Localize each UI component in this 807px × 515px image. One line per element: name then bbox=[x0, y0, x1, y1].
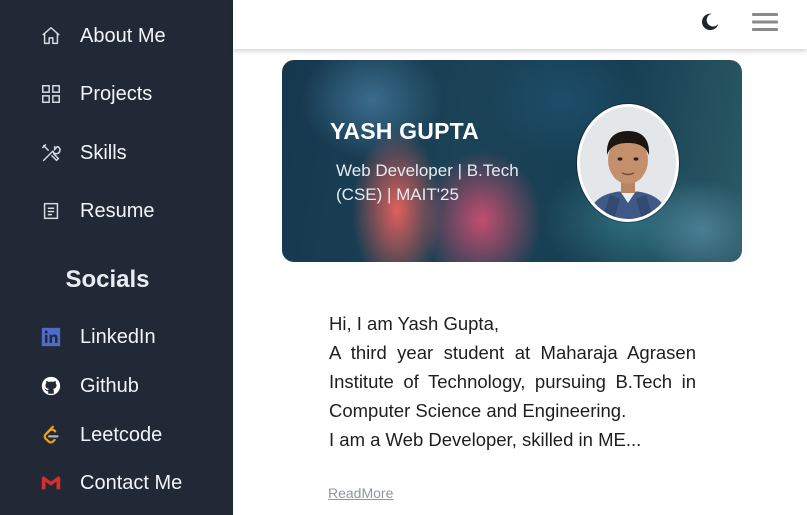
gmail-icon bbox=[40, 472, 62, 494]
social-link-contact[interactable]: Contact Me bbox=[40, 468, 182, 498]
moon-icon bbox=[701, 13, 719, 31]
social-label-github: Github bbox=[80, 374, 139, 397]
leetcode-icon bbox=[40, 424, 62, 446]
nav-label-projects: Projects bbox=[80, 82, 153, 105]
hero-banner: YASH GUPTA Web Developer | B.Tech (CSE) … bbox=[282, 60, 742, 262]
intro-greeting: Hi, I am Yash Gupta, bbox=[329, 313, 500, 334]
nav-item-about-me[interactable]: About Me bbox=[40, 21, 166, 51]
hamburger-icon bbox=[752, 13, 778, 31]
hero-subtitle: Web Developer | B.Tech (CSE) | MAIT'25 bbox=[336, 161, 519, 204]
profile-photo bbox=[577, 104, 679, 222]
grid-icon bbox=[40, 83, 62, 105]
social-label-linkedin: LinkedIn bbox=[80, 325, 156, 348]
theme-toggle-button[interactable] bbox=[699, 11, 721, 33]
social-link-linkedin[interactable]: LinkedIn bbox=[40, 322, 156, 352]
social-link-leetcode[interactable]: Leetcode bbox=[40, 420, 162, 450]
github-icon bbox=[40, 375, 62, 397]
intro-description: A third year student at Maharaja Agrasen… bbox=[329, 342, 696, 421]
home-icon bbox=[40, 25, 62, 47]
intro-skills-preview: I am a Web Developer, skilled in ME... bbox=[329, 429, 642, 450]
nav-label-skills: Skills bbox=[80, 141, 127, 164]
socials-heading: Socials bbox=[65, 266, 150, 293]
document-icon bbox=[40, 200, 62, 222]
nav-item-resume[interactable]: Resume bbox=[40, 196, 154, 226]
social-label-contact: Contact Me bbox=[80, 471, 183, 494]
nav-item-projects[interactable]: Projects bbox=[40, 79, 152, 109]
hero-name: YASH GUPTA bbox=[330, 118, 479, 144]
intro-section: Hi, I am Yash Gupta, A third year studen… bbox=[329, 309, 696, 454]
social-link-github[interactable]: Github bbox=[40, 371, 139, 401]
read-more-link[interactable]: ReadMore bbox=[328, 485, 393, 501]
menu-button[interactable] bbox=[751, 10, 779, 34]
nav-label-resume: Resume bbox=[80, 199, 155, 222]
top-bar bbox=[233, 0, 807, 49]
sidebar: About Me Projects Skills Resume Socials … bbox=[0, 0, 233, 515]
tools-icon bbox=[40, 142, 62, 164]
social-label-leetcode: Leetcode bbox=[80, 423, 163, 446]
nav-item-skills[interactable]: Skills bbox=[40, 138, 127, 168]
nav-label-about-me: About Me bbox=[80, 24, 166, 47]
linkedin-icon bbox=[40, 326, 62, 348]
